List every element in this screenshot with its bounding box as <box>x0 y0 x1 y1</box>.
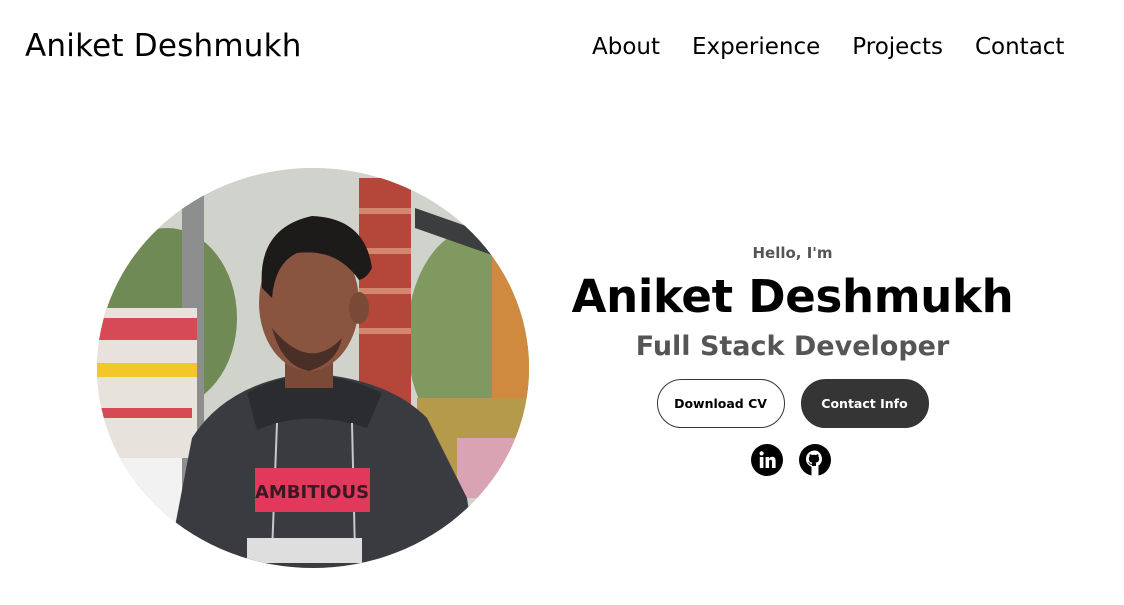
nav-item-contact: Contact <box>975 34 1064 60</box>
linkedin-icon <box>751 444 783 476</box>
download-cv-button[interactable]: Download CV <box>656 379 785 428</box>
nav-links: About Experience Projects Contact <box>592 34 1064 60</box>
contact-info-button[interactable]: Contact Info <box>800 379 929 428</box>
social-links <box>560 444 1025 476</box>
linkedin-link[interactable] <box>751 444 783 476</box>
nav-link-experience[interactable]: Experience <box>692 34 820 60</box>
profile-text: Hello, I'm Aniket Deshmukh Full Stack De… <box>560 240 1025 476</box>
title-name: Aniket Deshmukh <box>571 270 1014 323</box>
nav-item-experience: Experience <box>692 34 820 60</box>
github-icon <box>799 444 831 476</box>
github-link[interactable] <box>799 444 831 476</box>
profile-photo-illustration: AMBITIOUS <box>97 168 529 568</box>
job-title: Full Stack Developer <box>635 331 950 362</box>
profile-picture: AMBITIOUS <box>97 168 529 568</box>
nav-item-projects: Projects <box>852 34 943 60</box>
svg-text:AMBITIOUS: AMBITIOUS <box>255 482 369 503</box>
nav-item-about: About <box>592 34 660 60</box>
nav-link-projects[interactable]: Projects <box>852 34 943 60</box>
greeting: Hello, I'm <box>752 244 833 262</box>
desktop-nav: Aniket Deshmukh About Experience Project… <box>0 0 1124 100</box>
button-row: Download CV Contact Info <box>560 379 1025 428</box>
nav-link-contact[interactable]: Contact <box>975 34 1064 60</box>
nav-link-about[interactable]: About <box>592 34 660 60</box>
logo[interactable]: Aniket Deshmukh <box>25 28 302 64</box>
